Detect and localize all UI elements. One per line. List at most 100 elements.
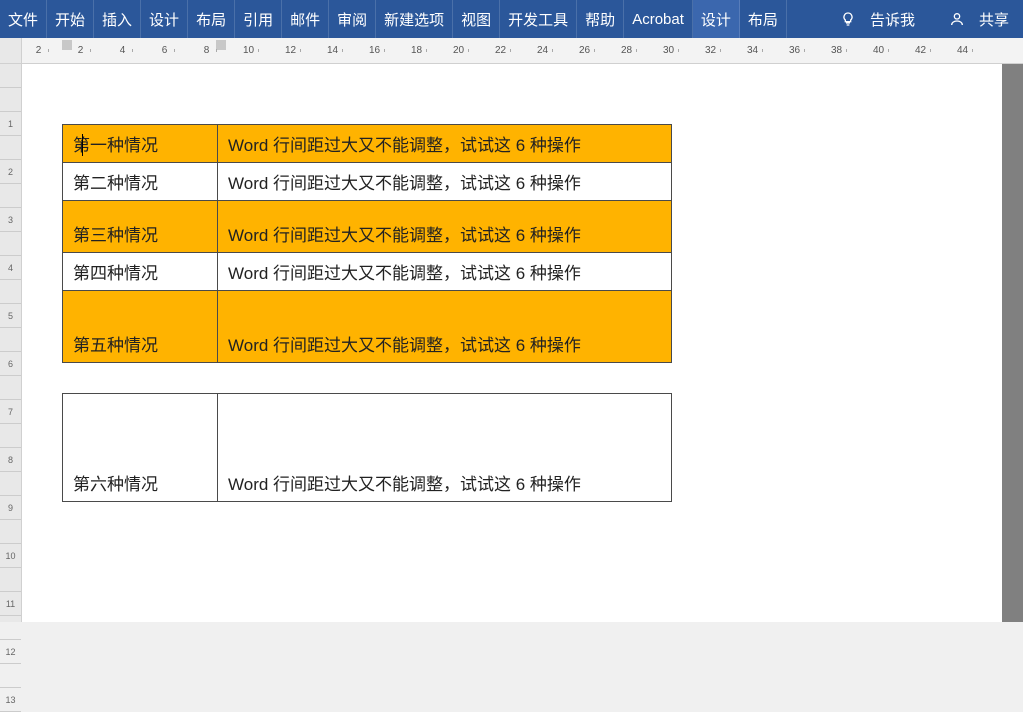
table-row[interactable]: 第一种情况Word 行间距过大又不能调整，试试这 6 种操作 — [63, 125, 672, 163]
vruler-tick: 6 — [0, 352, 21, 376]
ruler-tick: 24 — [532, 45, 553, 56]
ruler-tick: 32 — [700, 45, 721, 56]
ruler-tick: 40 — [868, 45, 889, 56]
table-cell[interactable]: 第四种情况 — [63, 253, 218, 291]
table-cell[interactable]: 第一种情况 — [63, 125, 218, 163]
vruler-tick — [0, 568, 21, 592]
vruler-tick: 2 — [0, 160, 21, 184]
ruler-tick: 2 — [28, 45, 49, 56]
ribbon-tab-插入[interactable]: 插入 — [94, 0, 141, 38]
ribbon-tab-帮助[interactable]: 帮助 — [577, 0, 624, 38]
document-page[interactable]: 第一种情况Word 行间距过大又不能调整，试试这 6 种操作第二种情况Word … — [22, 64, 1002, 622]
ribbon-tab-审阅[interactable]: 审阅 — [329, 0, 376, 38]
table-cell[interactable]: 第六种情况 — [63, 394, 218, 502]
vruler-tick: 10 — [0, 544, 21, 568]
ribbon-tab-邮件[interactable]: 邮件 — [282, 0, 329, 38]
ribbon-tab-文件[interactable]: 文件 — [0, 0, 47, 38]
horizontal-ruler[interactable]: 2246810121416182022242628303234363840424… — [22, 38, 1023, 63]
text-caret — [82, 134, 83, 156]
ribbon-tab-设计[interactable]: 设计 — [693, 0, 740, 38]
ruler-tick: 38 — [826, 45, 847, 56]
table-cell[interactable]: Word 行间距过大又不能调整，试试这 6 种操作 — [218, 394, 672, 502]
share-button[interactable]: 共享 — [979, 9, 1009, 30]
ribbon-tab-设计[interactable]: 设计 — [141, 0, 188, 38]
ribbon: 文件开始插入设计布局引用邮件审阅新建选项视图开发工具帮助Acrobat设计布局 … — [0, 0, 1023, 38]
ribbon-tab-引用[interactable]: 引用 — [235, 0, 282, 38]
ribbon-tab-布局[interactable]: 布局 — [188, 0, 235, 38]
vruler-tick — [0, 280, 21, 304]
table-cell[interactable]: Word 行间距过大又不能调整，试试这 6 种操作 — [218, 291, 672, 363]
ribbon-tab-开发工具[interactable]: 开发工具 — [500, 0, 577, 38]
table-cell[interactable]: 第三种情况 — [63, 201, 218, 253]
page-scroll[interactable]: 第一种情况Word 行间距过大又不能调整，试试这 6 种操作第二种情况Word … — [22, 64, 1023, 622]
table-gap — [62, 363, 962, 393]
vruler-tick: 3 — [0, 208, 21, 232]
ruler-tick: 12 — [280, 45, 301, 56]
table-row[interactable]: 第五种情况Word 行间距过大又不能调整，试试这 6 种操作 — [63, 291, 672, 363]
ruler-tick: 18 — [406, 45, 427, 56]
vruler-tick — [0, 616, 21, 640]
horizontal-ruler-wrap: 2246810121416182022242628303234363840424… — [0, 38, 1023, 64]
ruler-tick: 8 — [196, 45, 217, 56]
table-cell[interactable]: Word 行间距过大又不能调整，试试这 6 种操作 — [218, 163, 672, 201]
table-row[interactable]: 第二种情况Word 行间距过大又不能调整，试试这 6 种操作 — [63, 163, 672, 201]
table-cell[interactable]: 第五种情况 — [63, 291, 218, 363]
vruler-tick: 1 — [0, 112, 21, 136]
lightbulb-icon — [840, 11, 856, 27]
vruler-tick: 13 — [0, 688, 21, 712]
ribbon-right: 告诉我 共享 — [826, 0, 1023, 38]
ribbon-tabs: 文件开始插入设计布局引用邮件审阅新建选项视图开发工具帮助Acrobat设计布局 — [0, 0, 787, 38]
vruler-tick: 4 — [0, 256, 21, 280]
vruler-tick: 5 — [0, 304, 21, 328]
ruler-tick: 26 — [574, 45, 595, 56]
ruler-tick: 6 — [154, 45, 175, 56]
table-row[interactable]: 第三种情况Word 行间距过大又不能调整，试试这 6 种操作 — [63, 201, 672, 253]
ribbon-tab-布局[interactable]: 布局 — [740, 0, 787, 38]
vruler-tick: 9 — [0, 496, 21, 520]
vruler-tick — [0, 472, 21, 496]
ribbon-tab-新建选项[interactable]: 新建选项 — [376, 0, 453, 38]
vruler-tick — [0, 376, 21, 400]
ribbon-tab-开始[interactable]: 开始 — [47, 0, 94, 38]
vruler-tick: 11 — [0, 592, 21, 616]
vruler-tick — [0, 136, 21, 160]
table-row[interactable]: 第四种情况Word 行间距过大又不能调整，试试这 6 种操作 — [63, 253, 672, 291]
table-row[interactable]: 第六种情况Word 行间距过大又不能调整，试试这 6 种操作 — [63, 394, 672, 502]
vruler-tick — [0, 88, 21, 112]
ruler-tick: 4 — [112, 45, 133, 56]
vertical-ruler[interactable]: 12345678910111213 — [0, 64, 22, 622]
table-cell[interactable]: Word 行间距过大又不能调整，试试这 6 种操作 — [218, 253, 672, 291]
vruler-tick — [0, 232, 21, 256]
table-cell[interactable]: Word 行间距过大又不能调整，试试这 6 种操作 — [218, 201, 672, 253]
table-cell[interactable]: Word 行间距过大又不能调整，试试这 6 种操作 — [218, 125, 672, 163]
ruler-tick: 10 — [238, 45, 259, 56]
ruler-tick: 42 — [910, 45, 931, 56]
tell-me-button[interactable]: 告诉我 — [870, 9, 915, 30]
ruler-tick: 14 — [322, 45, 343, 56]
ruler-tick: 30 — [658, 45, 679, 56]
ruler-corner — [0, 38, 22, 63]
ruler-tick: 44 — [952, 45, 973, 56]
user-icon — [949, 11, 965, 27]
table-cell[interactable]: 第二种情况 — [63, 163, 218, 201]
ruler-tick: 34 — [742, 45, 763, 56]
document-table-1[interactable]: 第一种情况Word 行间距过大又不能调整，试试这 6 种操作第二种情况Word … — [62, 124, 672, 363]
ribbon-tab-视图[interactable]: 视图 — [453, 0, 500, 38]
ribbon-tab-Acrobat[interactable]: Acrobat — [624, 0, 693, 38]
ruler-tick: 28 — [616, 45, 637, 56]
vruler-tick — [0, 424, 21, 448]
right-indent-marker[interactable] — [216, 40, 226, 50]
vruler-tick: 12 — [0, 640, 21, 664]
vruler-tick — [0, 184, 21, 208]
vruler-tick: 8 — [0, 448, 21, 472]
ruler-tick: 22 — [490, 45, 511, 56]
ruler-tick: 36 — [784, 45, 805, 56]
vruler-tick — [0, 64, 21, 88]
vruler-tick — [0, 664, 21, 688]
workspace: 12345678910111213 第一种情况Word 行间距过大又不能调整，试… — [0, 64, 1023, 622]
ruler-tick: 16 — [364, 45, 385, 56]
ruler-tick: 20 — [448, 45, 469, 56]
page-top-margin — [62, 74, 962, 124]
document-table-2[interactable]: 第六种情况Word 行间距过大又不能调整，试试这 6 种操作 — [62, 393, 672, 502]
vruler-tick — [0, 520, 21, 544]
